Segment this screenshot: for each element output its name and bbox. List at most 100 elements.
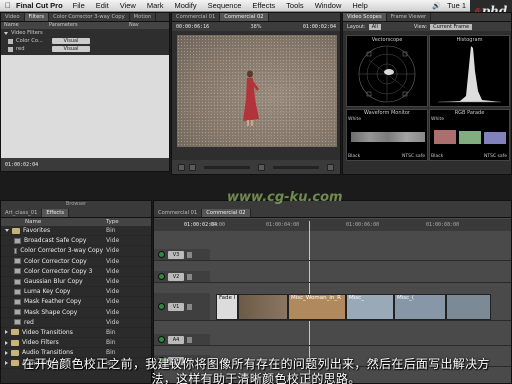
browser-row-type: Vide	[106, 288, 120, 296]
effect-icon	[14, 237, 21, 244]
parade-green	[459, 131, 481, 144]
clip-misc[interactable]: Misc_(	[394, 294, 446, 320]
waveform-trace	[351, 132, 425, 142]
browser-row[interactable]: Color Corrector Copy Vide	[1, 257, 151, 267]
track-visibility-icon[interactable]	[158, 303, 165, 310]
browser-row-name: Color Corrector Copy 3	[24, 267, 93, 275]
mark-out-button[interactable]	[189, 163, 196, 171]
browser-list: Favorites Bin Broadcast Safe Copy Vide Color…	[1, 226, 151, 369]
clip-thumb[interactable]	[238, 294, 288, 320]
app-menu[interactable]: Final Cut Pro	[16, 1, 63, 10]
shuttle-slider[interactable]	[204, 165, 250, 169]
menu-file[interactable]: File	[73, 1, 85, 10]
tab-commercial-02[interactable]: Commercial 02	[202, 209, 251, 217]
watermark: www.cg-ku.com	[227, 190, 343, 205]
filters-window: Video Filters Color Corrector 3-way Copy…	[0, 12, 170, 172]
browser-row-type: Vide	[106, 267, 120, 275]
menu-sequence[interactable]: Sequence	[208, 1, 242, 10]
browser-row[interactable]: Video Transitions Bin	[1, 328, 151, 339]
layout-select[interactable]: All	[368, 23, 381, 30]
effect-icon	[14, 278, 21, 285]
checkbox-icon[interactable]	[8, 46, 13, 52]
effect-icon	[14, 258, 21, 265]
browser-row[interactable]: Color Corrector 3-way Copy Vide	[1, 246, 151, 257]
video-scopes-window: Video Scopes Frame Viewer Layout: All Vi…	[342, 12, 512, 175]
filter-row[interactable]: Color Co... Visual	[1, 37, 169, 45]
browser-row-type: Vide	[106, 257, 120, 265]
volume-icon[interactable]: 🔊	[432, 2, 441, 10]
tab-filters[interactable]: Filters	[24, 13, 50, 21]
menu-edit[interactable]: Edit	[96, 1, 109, 10]
visual-button[interactable]: Visual	[52, 38, 90, 44]
tab-commercial-01[interactable]: Commercial 01	[172, 13, 221, 21]
clip-woman[interactable]: Misc_Woman_in_R	[288, 294, 346, 320]
tab-video-scopes[interactable]: Video Scopes	[343, 13, 387, 21]
rgb-parade: RGB Parade White Black NTSC safe	[429, 109, 510, 161]
lock-icon[interactable]	[187, 273, 192, 280]
browser-row-name: Broadcast Safe Copy	[24, 237, 87, 245]
menu-window[interactable]: Window	[315, 1, 342, 10]
visual-button[interactable]: Visual	[52, 46, 90, 52]
col-name[interactable]: Name	[1, 218, 103, 226]
clip-thumb[interactable]	[446, 294, 491, 320]
clip-fade[interactable]: Fade I	[216, 294, 238, 320]
browser-row[interactable]: Mask Shape Copy Vide	[1, 308, 151, 318]
browser-row[interactable]: Video Filters Bin	[1, 338, 151, 349]
duration-timecode[interactable]: 00:00:06:16	[176, 24, 209, 30]
view-select[interactable]: Current Frame	[430, 23, 473, 30]
filter-row[interactable]: red Visual	[1, 45, 169, 53]
tab-color-corrector[interactable]: Color Corrector 3-way Copy	[49, 13, 130, 21]
jog-slider[interactable]	[273, 165, 319, 169]
browser-row[interactable]: Color Corrector Copy 3 Vide	[1, 267, 151, 277]
menu-bar:  Final Cut Pro File Edit View Mark Modi…	[0, 0, 512, 12]
disclosure-icon[interactable]	[5, 340, 8, 345]
lock-icon[interactable]	[187, 303, 192, 310]
browser-row[interactable]: Favorites Bin	[1, 226, 151, 237]
browser-row-type: Bin	[106, 339, 116, 347]
tab-frame-viewer[interactable]: Frame Viewer	[387, 13, 432, 21]
col-type[interactable]: Type	[103, 218, 119, 226]
clip-misc[interactable]: Misc_	[346, 294, 394, 320]
tab-art-class[interactable]: Art_class_01	[1, 209, 43, 217]
effect-icon	[14, 268, 21, 275]
track-visibility-icon[interactable]	[158, 251, 165, 258]
browser-row[interactable]: Broadcast Safe Copy Vide	[1, 236, 151, 247]
browser-row-type: Vide	[106, 237, 120, 245]
tab-video[interactable]: Video	[1, 13, 25, 21]
effect-icon	[14, 247, 18, 254]
menu-clock[interactable]: Tue 1	[447, 1, 466, 10]
filters-column-header: Name Parameters Nav	[1, 22, 169, 29]
menu-mark[interactable]: Mark	[147, 1, 164, 10]
track-visibility-icon[interactable]	[158, 273, 165, 280]
match-frame-button[interactable]	[327, 163, 334, 171]
checkbox-icon[interactable]	[8, 38, 13, 44]
lock-icon[interactable]	[187, 336, 192, 343]
browser-row[interactable]: Luma Key Copy Vide	[1, 287, 151, 298]
disclosure-icon[interactable]	[5, 330, 8, 335]
menu-effects[interactable]: Effects	[252, 1, 275, 10]
menu-modify[interactable]: Modify	[175, 1, 197, 10]
timeline-ruler[interactable]: 01:00:02:04 00:00 01:00:04:00 01:00:06:0…	[154, 219, 511, 231]
disclosure-icon[interactable]	[5, 229, 9, 233]
browser-row[interactable]: Mask Feather Copy Vide	[1, 297, 151, 308]
current-timecode[interactable]: 01:00:02:04	[303, 24, 336, 30]
tab-effects[interactable]: Effects	[42, 209, 70, 217]
effect-icon	[14, 319, 21, 326]
filter-row-video-filters[interactable]: Video Filters	[1, 29, 169, 37]
lock-icon[interactable]	[187, 251, 192, 258]
browser-row[interactable]: red Vide	[1, 318, 151, 328]
tab-commercial-01[interactable]: Commercial 01	[154, 209, 203, 217]
mark-in-button[interactable]	[178, 163, 185, 171]
tab-motion[interactable]: Motion	[130, 13, 157, 21]
apple-menu-icon[interactable]: 	[0, 1, 16, 10]
disclosure-icon[interactable]	[4, 31, 8, 35]
menu-view[interactable]: View	[120, 1, 136, 10]
browser-row[interactable]: Gaussian Blur Copy Vide	[1, 277, 151, 288]
track-visibility-icon[interactable]	[158, 336, 165, 343]
menu-help[interactable]: Help	[352, 1, 367, 10]
tab-commercial-02[interactable]: Commercial 02	[220, 13, 269, 21]
play-button[interactable]	[258, 163, 265, 171]
menu-tools[interactable]: Tools	[286, 1, 304, 10]
timeline-timecode[interactable]: 01:00:02:04	[154, 222, 217, 228]
zoom-popup[interactable]: 38%	[250, 24, 261, 30]
